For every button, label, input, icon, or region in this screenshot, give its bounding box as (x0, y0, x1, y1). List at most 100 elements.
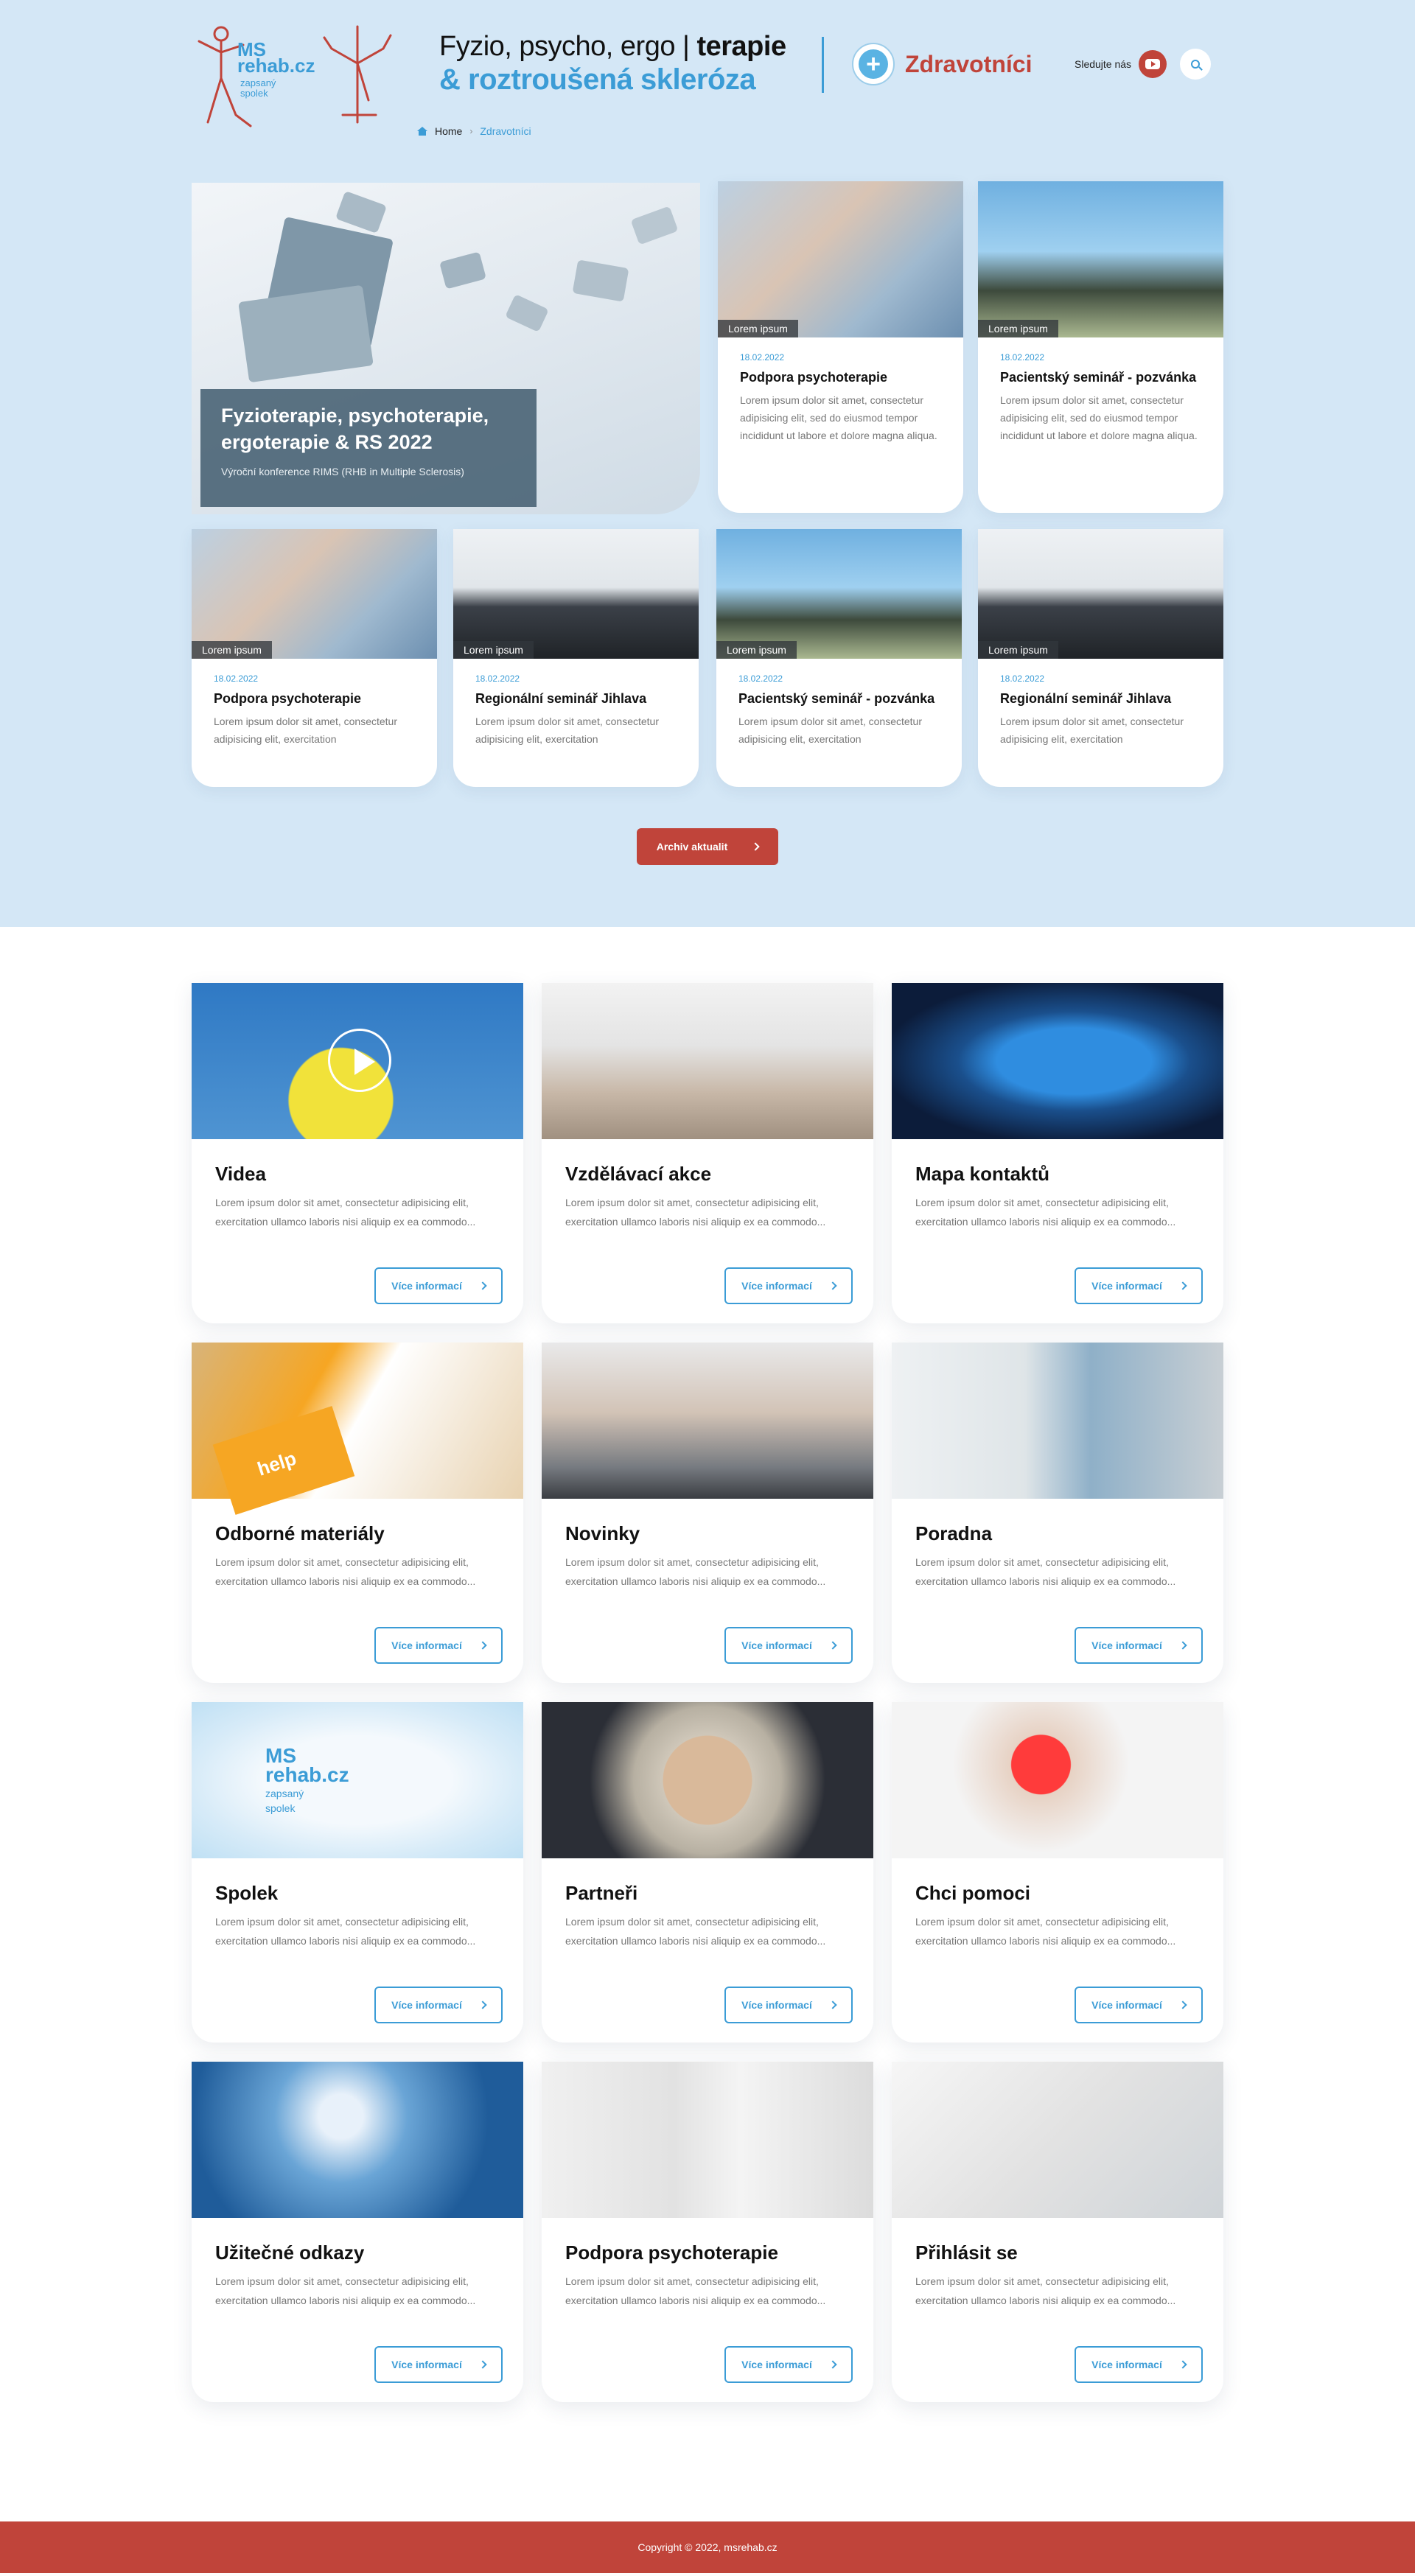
site-logo[interactable]: MS rehab.cz zapsaný spolek (192, 19, 398, 137)
news-card[interactable]: Lorem ipsum 18.02.2022 Podpora psychoter… (718, 181, 963, 513)
news-image: Lorem ipsum (978, 529, 1223, 659)
site-title: Fyzio, psycho, ergo | terapie & roztrouš… (439, 29, 786, 96)
play-icon[interactable] (328, 1029, 391, 1092)
more-info-button[interactable]: Více informací (374, 1627, 503, 1664)
service-card-spolek[interactable]: MS rehab.cz zapsaný spolek Spolek Lorem … (192, 1702, 523, 2043)
service-card-odborne-materialy[interactable]: help Odborné materiály Lorem ipsum dolor… (192, 1343, 523, 1683)
service-title[interactable]: Spolek (215, 1882, 500, 1905)
more-info-button[interactable]: Více informací (724, 2346, 853, 2383)
service-image (892, 983, 1223, 1139)
site-title-line1: Fyzio, psycho, ergo | terapie (439, 29, 786, 63)
section-switch-zdravotnici[interactable]: + Zdravotníci (852, 43, 1032, 85)
news-text: Lorem ipsum dolor sit amet, consectetur … (738, 715, 922, 745)
service-card-podpora-psychoterapie[interactable]: Podpora psychoterapie Lorem ipsum dolor … (542, 2062, 873, 2402)
spolek-logo: MS rehab.cz zapsaný spolek (265, 1746, 349, 1815)
chevron-right-icon (751, 842, 760, 851)
service-title[interactable]: Partneři (565, 1882, 850, 1905)
news-card[interactable]: Lorem ipsum 18.02.2022 Pacientský seminá… (716, 529, 962, 787)
social-follow: Sledujte nás (1075, 49, 1212, 80)
breadcrumb-current: Zdravotníci (480, 125, 531, 137)
news-date: 18.02.2022 (740, 352, 785, 363)
service-title[interactable]: Odborné materiály (215, 1522, 500, 1545)
service-text: Lorem ipsum dolor sit amet, consectetur … (565, 1556, 826, 1587)
service-card-prihlasit-se[interactable]: Přihlásit se Lorem ipsum dolor sit amet,… (892, 2062, 1223, 2402)
news-title[interactable]: Regionální seminář Jihlava (1000, 691, 1201, 707)
more-info-button[interactable]: Více informací (374, 1987, 503, 2023)
service-image: MS rehab.cz zapsaný spolek (192, 1702, 523, 1858)
more-info-label: Více informací (391, 1999, 462, 2011)
logo-text-spolek: zapsaný spolek (240, 77, 276, 99)
more-info-button[interactable]: Více informací (1075, 1987, 1203, 2023)
more-info-label: Více informací (391, 1639, 462, 1651)
more-info-button[interactable]: Více informací (1075, 1627, 1203, 1664)
news-date: 18.02.2022 (475, 673, 520, 684)
service-title[interactable]: Chci pomoci (915, 1882, 1200, 1905)
service-text: Lorem ipsum dolor sit amet, consectetur … (565, 2275, 826, 2306)
service-title[interactable]: Videa (215, 1163, 500, 1186)
neuron-figure-icon (198, 25, 392, 127)
featured-news-card[interactable]: Fyzioterapie, psychoterapie, ergoterapie… (192, 183, 700, 514)
more-info-button[interactable]: Více informací (724, 1267, 853, 1304)
breadcrumb-home[interactable]: Home (435, 125, 462, 137)
news-title[interactable]: Podpora psychoterapie (214, 691, 415, 707)
service-card-partneri[interactable]: Partneři Lorem ipsum dolor sit amet, con… (542, 1702, 873, 2043)
news-image: Lorem ipsum (716, 529, 962, 659)
more-info-button[interactable]: Více informací (374, 1267, 503, 1304)
more-info-button[interactable]: Více informací (724, 1627, 853, 1664)
service-card-novinky[interactable]: Novinky Lorem ipsum dolor sit amet, cons… (542, 1343, 873, 1683)
hero-section: MS rehab.cz zapsaný spolek Fyzio, psycho… (0, 0, 1415, 927)
spolek-logo-rehab: rehab.cz (265, 1763, 349, 1786)
more-info-button[interactable]: Více informací (1075, 2346, 1203, 2383)
site-title-regular: Fyzio, psycho, ergo | (439, 31, 697, 62)
news-title[interactable]: Pacientský seminář - pozvánka (1000, 370, 1201, 385)
service-text: Lorem ipsum dolor sit amet, consectetur … (915, 2275, 1176, 2306)
service-title[interactable]: Přihlásit se (915, 2241, 1200, 2264)
youtube-icon[interactable] (1139, 50, 1167, 78)
service-title[interactable]: Podpora psychoterapie (565, 2241, 850, 2264)
more-info-button[interactable]: Více informací (1075, 1267, 1203, 1304)
puzzle-piece (439, 251, 486, 290)
service-image (192, 983, 523, 1139)
news-text: Lorem ipsum dolor sit amet, consectetur … (740, 394, 937, 441)
news-card[interactable]: Lorem ipsum 18.02.2022 Regionální seminá… (978, 529, 1223, 787)
service-card-vzdelavaci-akce[interactable]: Vzdělávací akce Lorem ipsum dolor sit am… (542, 983, 873, 1323)
service-card-mapa-kontaktu[interactable]: Mapa kontaktů Lorem ipsum dolor sit amet… (892, 983, 1223, 1323)
chevron-right-icon (478, 1281, 487, 1290)
home-icon[interactable] (417, 127, 427, 136)
service-title[interactable]: Mapa kontaktů (915, 1163, 1200, 1186)
puzzle-piece (572, 259, 629, 302)
more-info-label: Více informací (1091, 1999, 1162, 2011)
chevron-right-icon (1178, 2360, 1187, 2369)
news-card[interactable]: Lorem ipsum 18.02.2022 Pacientský seminá… (978, 181, 1223, 513)
more-info-button[interactable]: Více informací (724, 1987, 853, 2023)
service-card-chci-pomoci[interactable]: Chci pomoci Lorem ipsum dolor sit amet, … (892, 1702, 1223, 2043)
service-card-poradna[interactable]: Poradna Lorem ipsum dolor sit amet, cons… (892, 1343, 1223, 1683)
chevron-right-icon (478, 2360, 487, 2369)
service-title[interactable]: Užitečné odkazy (215, 2241, 500, 2264)
news-title[interactable]: Regionální seminář Jihlava (475, 691, 677, 707)
news-date: 18.02.2022 (738, 673, 783, 684)
news-card[interactable]: Lorem ipsum 18.02.2022 Regionální seminá… (453, 529, 699, 787)
service-title[interactable]: Novinky (565, 1522, 850, 1545)
breadcrumb: Home › Zdravotníci (417, 125, 531, 137)
news-title[interactable]: Podpora psychoterapie (740, 370, 941, 385)
archive-button[interactable]: Archiv aktualit (637, 828, 778, 865)
news-title[interactable]: Pacientský seminář - pozvánka (738, 691, 940, 707)
more-info-button[interactable]: Více informací (374, 2346, 503, 2383)
service-title[interactable]: Vzdělávací akce (565, 1163, 850, 1186)
breadcrumb-separator: › (469, 126, 473, 136)
logo-text-rehab: rehab.cz (237, 55, 315, 77)
search-icon (1191, 60, 1201, 69)
service-text: Lorem ipsum dolor sit amet, consectetur … (215, 2275, 476, 2306)
service-title[interactable]: Poradna (915, 1522, 1200, 1545)
service-text: Lorem ipsum dolor sit amet, consectetur … (915, 1197, 1176, 1228)
news-image: Lorem ipsum (718, 181, 963, 337)
featured-caption: Fyzioterapie, psychoterapie, ergoterapie… (200, 389, 537, 507)
service-card-uzitecne-odkazy[interactable]: Užitečné odkazy Lorem ipsum dolor sit am… (192, 2062, 523, 2402)
service-card-videa[interactable]: Videa Lorem ipsum dolor sit amet, consec… (192, 983, 523, 1323)
search-button[interactable] (1180, 49, 1212, 80)
service-image (192, 2062, 523, 2218)
news-card[interactable]: Lorem ipsum 18.02.2022 Podpora psychoter… (192, 529, 437, 787)
spolek-logo-zapsany: zapsaný (265, 1788, 304, 1799)
service-text: Lorem ipsum dolor sit amet, consectetur … (565, 1197, 826, 1228)
